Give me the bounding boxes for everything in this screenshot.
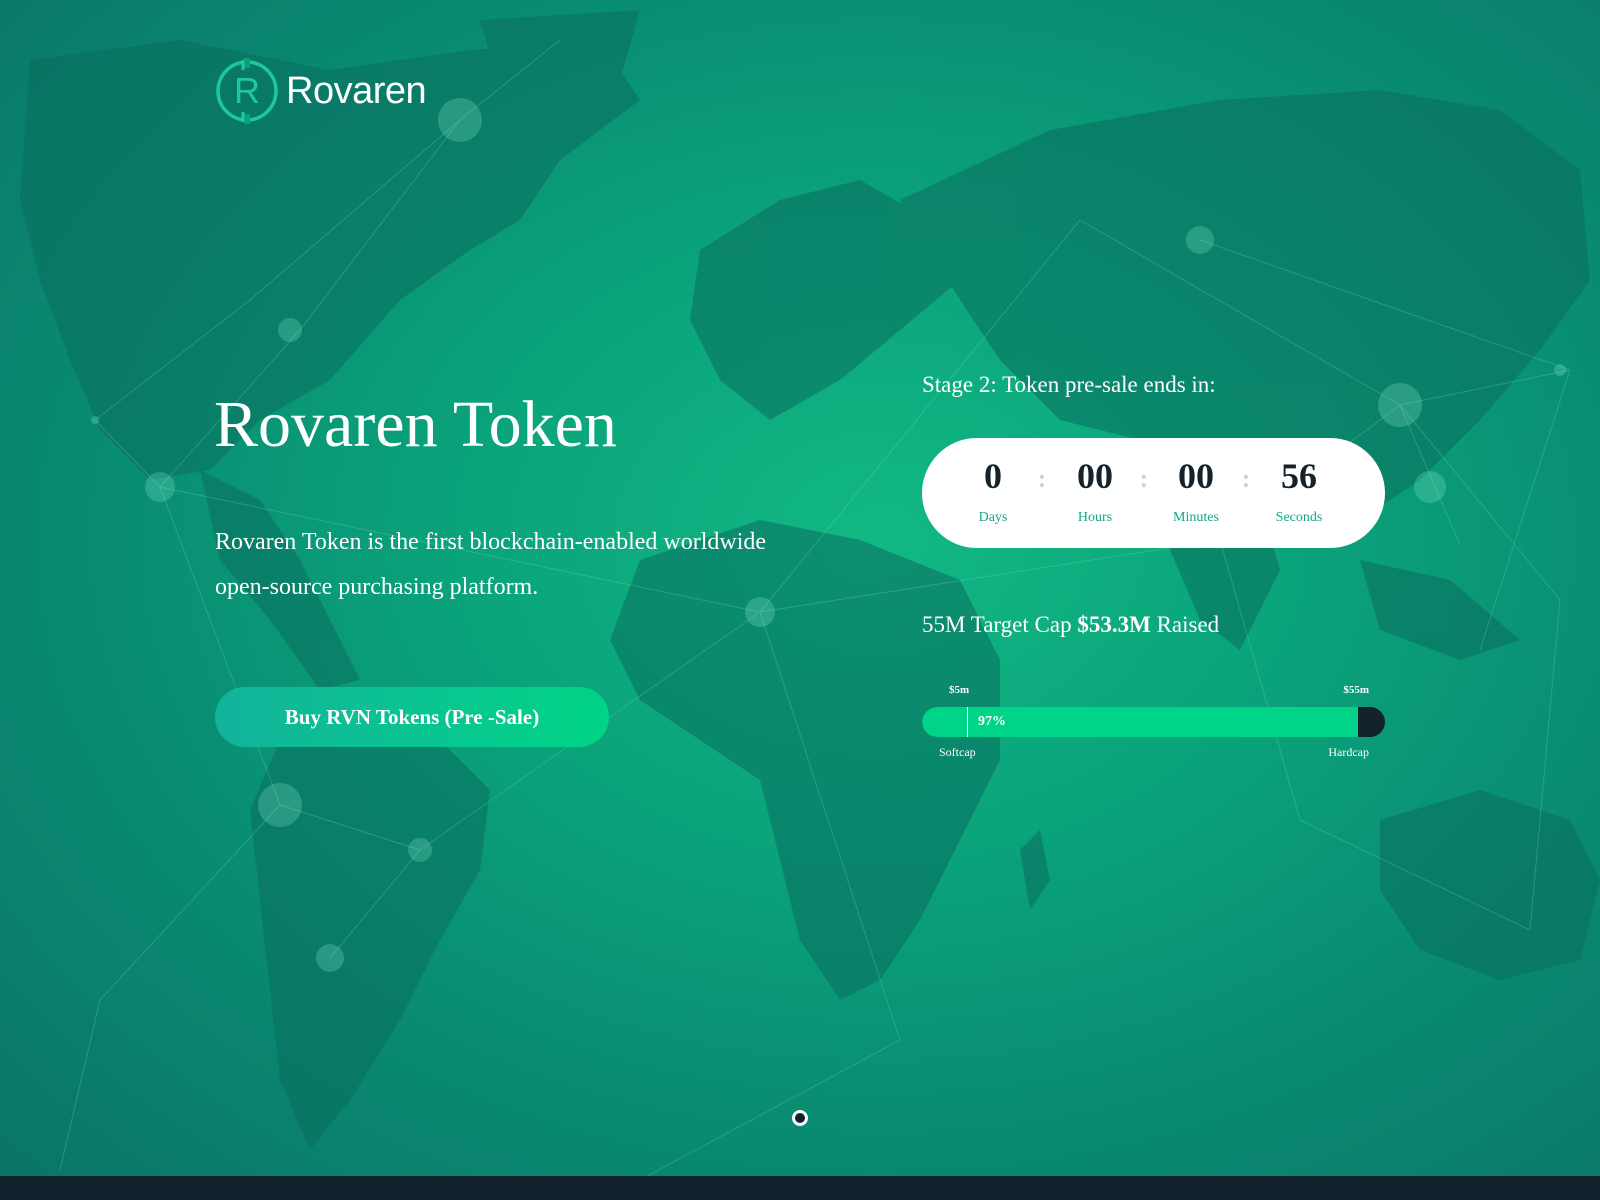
- countdown-days: 0 Days: [943, 456, 1043, 526]
- hardcap-amount: $55m: [1343, 684, 1369, 696]
- raised-suffix: Raised: [1156, 612, 1220, 637]
- page-title: Rovaren Token: [214, 388, 617, 461]
- countdown-seconds-value: 56: [1281, 456, 1317, 496]
- hero-description: Rovaren Token is the first blockchain-en…: [215, 529, 767, 600]
- countdown-heading: Stage 2: Token pre-sale ends in:: [922, 372, 1216, 397]
- hero-section: R Rovaren Rovaren Token Rovaren Token is…: [0, 0, 1600, 1200]
- countdown-days-label: Days: [978, 510, 1008, 525]
- brand-logo[interactable]: R Rovaren: [214, 58, 427, 124]
- countdown-hours: 00 Hours: [1045, 456, 1145, 526]
- countdown-seconds-label: Seconds: [1275, 510, 1323, 525]
- svg-text:R: R: [234, 70, 260, 111]
- progress-bar: 97%: [922, 707, 1385, 737]
- softcap-amount: $5m: [949, 684, 970, 696]
- raised-amount: $53.3M: [1077, 612, 1151, 637]
- footer-bar: [0, 1176, 1600, 1200]
- countdown-minutes-label: Minutes: [1173, 510, 1219, 525]
- hardcap-label: Hardcap: [1328, 745, 1369, 759]
- fundraise-progress: $5m $55m 97% Softcap Hardcap: [922, 684, 1385, 764]
- softcap-marker: [967, 707, 968, 737]
- target-cap-text: 55M Target Cap: [922, 612, 1072, 637]
- rovaren-logo-icon: R: [216, 58, 278, 124]
- countdown-timer: 0 Days : 00 Hours : 00 Minutes : 56 Seco…: [922, 438, 1385, 548]
- progress-percent: 97%: [978, 714, 1006, 729]
- buy-tokens-button[interactable]: Buy RVN Tokens (Pre -Sale): [215, 687, 609, 747]
- countdown-seconds: 56 Seconds: [1249, 456, 1349, 526]
- countdown-minutes: 00 Minutes: [1146, 456, 1246, 526]
- brand-name: Rovaren: [286, 70, 427, 112]
- target-cap-summary: 55M Target Cap $53.3M Raised: [922, 612, 1219, 638]
- countdown-minutes-value: 00: [1178, 456, 1214, 496]
- softcap-label: Softcap: [939, 745, 976, 759]
- countdown-hours-value: 00: [1077, 456, 1113, 496]
- slide-pagination-dot[interactable]: [792, 1110, 808, 1126]
- countdown-days-value: 0: [984, 456, 1002, 496]
- countdown-hours-label: Hours: [1077, 510, 1113, 525]
